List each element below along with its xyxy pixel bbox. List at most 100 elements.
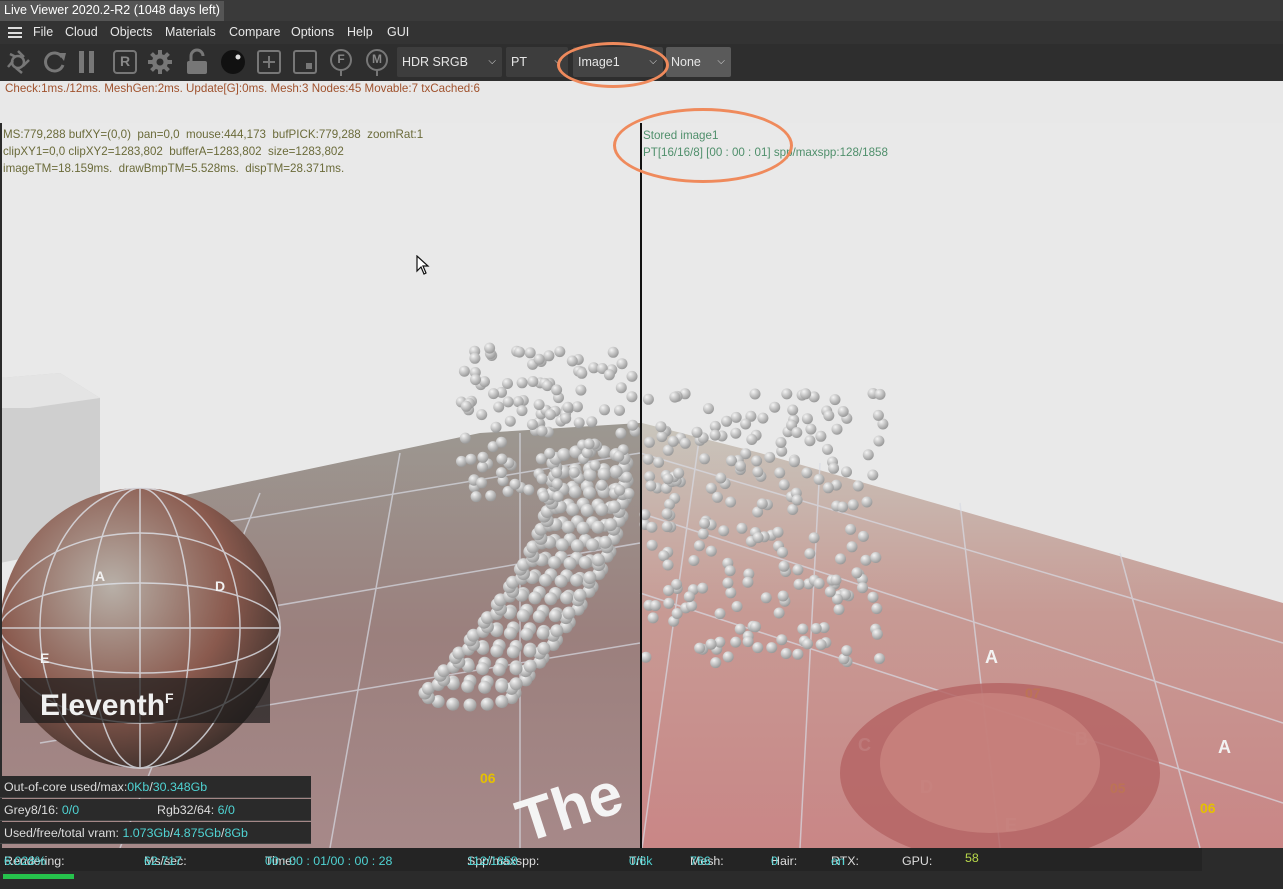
annotation-highlight-dropdown	[557, 42, 669, 88]
scatter-ball	[851, 567, 863, 579]
crop-icon[interactable]	[291, 47, 319, 77]
debug-line-3: imageTM=18.159ms. drawBmpTM=5.528ms. dis…	[3, 162, 345, 175]
tube-ball	[537, 641, 551, 655]
plume-ball	[493, 401, 505, 413]
plume-ball	[485, 490, 497, 502]
scatter-ball	[815, 430, 827, 442]
plume-ball	[586, 416, 598, 428]
scene-letter-d: D	[215, 578, 225, 594]
menu-file[interactable]: File	[33, 25, 53, 39]
settings-gear-icon[interactable]	[146, 47, 174, 77]
tube-ball	[506, 645, 520, 659]
scatter-ball	[800, 388, 812, 400]
scatter-ball	[661, 508, 673, 520]
render-icon[interactable]: R	[111, 47, 139, 77]
gpu-value: 58	[965, 851, 979, 865]
plume-ball	[456, 455, 467, 467]
scatter-ball	[718, 525, 730, 537]
plume-ball	[514, 346, 525, 358]
mesh-value: 766	[690, 854, 711, 868]
material-m-icon[interactable]: M	[363, 47, 391, 77]
scatter-ball	[752, 642, 764, 654]
lock-open-icon[interactable]	[183, 47, 211, 77]
scatter-ball	[778, 560, 790, 572]
scatter-ball	[791, 427, 803, 438]
tube-ball	[555, 538, 569, 552]
plume-ball	[552, 491, 564, 502]
menu-options[interactable]: Options	[291, 25, 334, 39]
plume-ball	[484, 342, 496, 354]
compare-split-line[interactable]	[640, 123, 642, 848]
scatter-ball	[764, 451, 776, 463]
time-value: 00 : 00 : 01/00 : 00 : 28	[265, 854, 393, 868]
sphere-icon[interactable]	[219, 47, 247, 77]
extra-dropdown[interactable]: None ⌵	[666, 47, 731, 77]
scatter-ball	[867, 591, 879, 603]
scatter-ball	[792, 648, 804, 660]
tube-ball	[583, 571, 597, 585]
scatter-ball	[813, 473, 825, 485]
tube-ball	[576, 521, 590, 535]
scene-letter-a2: A	[985, 647, 998, 667]
menu-help[interactable]: Help	[347, 25, 373, 39]
scatter-ball	[778, 479, 790, 491]
rgb-stat: Rgb32/64: 6/0	[157, 799, 235, 821]
tube-ball	[523, 644, 537, 658]
texture-count-stat: Grey8/16: 0/0 Rgb32/64: 6/0	[0, 799, 311, 821]
scatter-ball	[835, 553, 846, 565]
sphere-text: Eleventh	[40, 689, 165, 722]
scatter-ball	[801, 467, 813, 479]
tube-ball	[560, 591, 574, 605]
chevron-down-icon: ⌵	[488, 56, 496, 67]
focus-f-icon[interactable]: F	[327, 47, 355, 77]
scatter-ball	[705, 482, 717, 494]
tube-ball	[495, 679, 509, 693]
menu-materials[interactable]: Materials	[165, 25, 216, 39]
pause-icon[interactable]	[76, 47, 98, 77]
scatter-ball	[751, 455, 763, 467]
hamburger-menu-icon[interactable]	[8, 27, 22, 38]
scatter-ball	[653, 456, 665, 468]
scatter-ball	[730, 411, 742, 423]
scatter-ball	[688, 555, 700, 566]
tube-ball	[583, 486, 596, 500]
scatter-ball	[760, 592, 772, 604]
vram-total: 8Gb	[224, 826, 248, 840]
hair-value: 0	[771, 854, 778, 868]
tube-ball	[562, 606, 576, 620]
plume-ball	[615, 382, 627, 394]
plume-ball	[596, 479, 608, 491]
menu-gui[interactable]: GUI	[387, 25, 409, 39]
scatter-ball	[750, 621, 761, 633]
ooc-max: 30.348Gb	[152, 780, 208, 794]
scatter-ball	[703, 403, 714, 415]
plume-ball	[524, 347, 536, 359]
tube-ball	[570, 573, 584, 587]
colorspace-value: HDR SRGB	[402, 55, 468, 69]
scatter-ball	[705, 545, 717, 557]
scatter-ball	[683, 591, 695, 603]
aperture-icon[interactable]	[4, 47, 32, 77]
add-node-icon[interactable]	[255, 47, 283, 77]
plume-ball	[536, 425, 548, 437]
scatter-ball	[772, 526, 784, 538]
menu-cloud[interactable]: Cloud	[65, 25, 98, 39]
scatter-ball	[829, 394, 841, 406]
scatter-ball	[873, 435, 885, 447]
menu-objects[interactable]: Objects	[110, 25, 152, 39]
refresh-icon[interactable]	[40, 47, 68, 77]
scatter-ball	[872, 409, 884, 421]
scatter-ball	[722, 651, 734, 663]
menu-compare[interactable]: Compare	[229, 25, 280, 39]
plume-ball	[536, 473, 548, 485]
scatter-ball	[711, 491, 723, 503]
menu-bar: File Cloud Objects Materials Compare Opt…	[0, 21, 1283, 44]
render-viewport[interactable]: Eleventh A D E F The 06 A 07 A B C D E 0…	[0, 123, 1283, 848]
scatter-ball	[691, 426, 703, 438]
scatter-ball	[709, 429, 721, 441]
colorspace-dropdown[interactable]: HDR SRGB ⌵	[397, 47, 502, 77]
scatter-ball	[646, 521, 658, 533]
scatter-ball	[857, 530, 869, 542]
tube-ball	[478, 680, 492, 694]
scatter-ball	[740, 418, 752, 430]
